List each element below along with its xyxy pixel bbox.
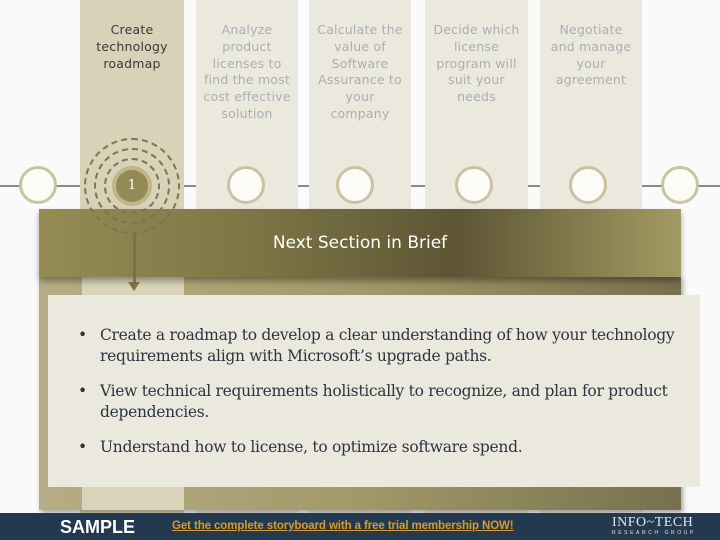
step-label-2: Analyze product licenses to find the mos… [203, 22, 291, 121]
brief-bullet: • Create a roadmap to develop a clear un… [74, 325, 684, 367]
timeline-node-end [661, 166, 699, 204]
free-trial-link[interactable]: Get the complete storyboard with a free … [172, 520, 514, 532]
timeline-node-start [19, 166, 57, 204]
timeline-node-3[interactable] [336, 166, 374, 204]
step-label-5: Negotiate and manage your agreement [550, 22, 632, 88]
footer-bar: SAMPLE Get the complete storyboard with … [0, 513, 720, 540]
brief-bullet-text: Understand how to license, to optimize s… [100, 438, 523, 456]
step-label-3: Calculate the value of Software Assuranc… [317, 22, 403, 121]
info-tech-logo: INFO~TECH RESEARCH GROUP [612, 516, 712, 537]
bullet-icon: • [78, 326, 87, 344]
timeline-node-5[interactable] [569, 166, 607, 204]
brief-bullet-text: View technical requirements holistically… [100, 382, 668, 421]
brief-bullet-list: • Create a roadmap to develop a clear un… [74, 325, 684, 472]
active-step-number: 1 [116, 170, 148, 202]
bullet-icon: • [78, 382, 87, 400]
bullet-icon: • [78, 438, 87, 456]
arrow-down-icon [133, 232, 136, 284]
timeline-node-2[interactable] [227, 166, 265, 204]
step-label-1: Create technology roadmap [96, 22, 168, 71]
brief-bullet: • Understand how to license, to optimize… [74, 437, 684, 458]
logo-wordmark: INFO~TECH [612, 515, 694, 530]
logo-tagline: RESEARCH GROUP [612, 530, 696, 536]
sample-label: SAMPLE [60, 517, 136, 537]
arrow-head-icon [128, 282, 140, 291]
brief-content-box: • Create a roadmap to develop a clear un… [48, 295, 700, 487]
active-step-node[interactable]: 1 [82, 136, 182, 236]
step-label-4: Decide which license program will suit y… [433, 22, 520, 105]
timeline-node-4[interactable] [455, 166, 493, 204]
brief-bullet: • View technical requirements holistical… [74, 381, 684, 423]
brief-bullet-text: Create a roadmap to develop a clear unde… [100, 326, 675, 365]
